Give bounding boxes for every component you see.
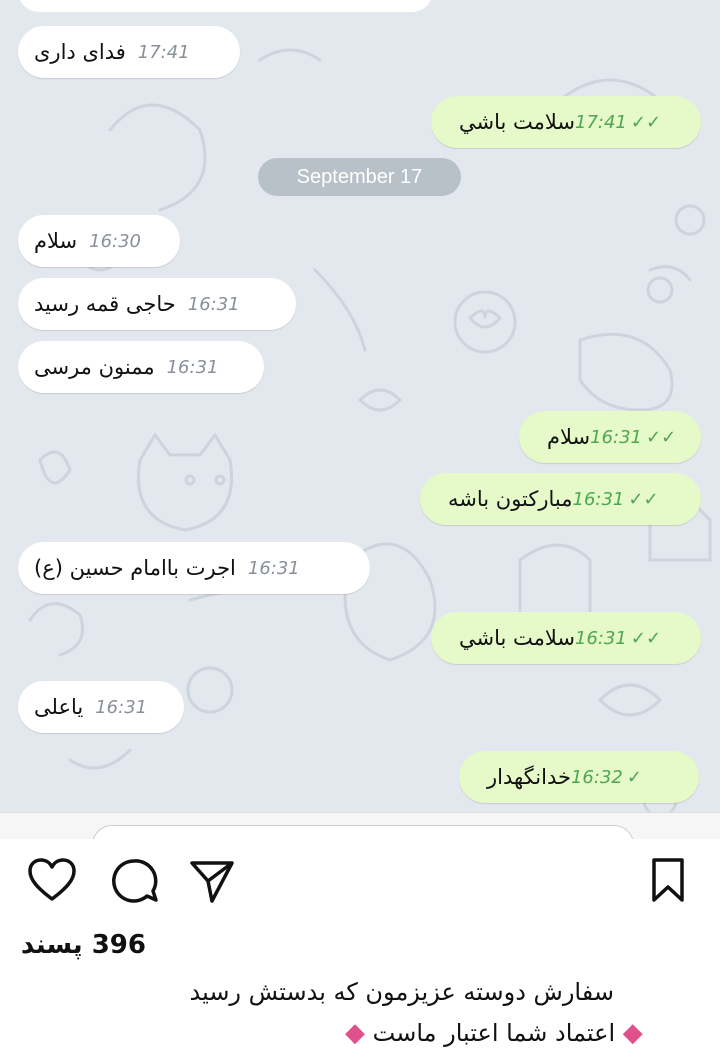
message-text: مبارکتون باشه	[448, 487, 573, 511]
double-check-icon: ✓✓	[646, 426, 677, 448]
message-text: اجرت باامام حسین (ع)	[34, 556, 236, 580]
message-bubble[interactable]: خدانگهدار 16:32 ✓	[459, 751, 699, 803]
message-time: 16:32	[570, 766, 623, 788]
message-text: خدانگهدار	[487, 765, 571, 789]
date-separator: September 17	[258, 158, 461, 196]
double-check-icon: ✓✓	[630, 627, 662, 649]
message-time: 16:31	[590, 426, 643, 448]
message-bubble[interactable]: سلام 16:30	[18, 215, 180, 267]
previous-message-bubble	[18, 0, 433, 12]
message-text: سلامت باشي	[459, 110, 576, 134]
message-text: ممنون مرسی	[34, 355, 155, 379]
message-bubble[interactable]: مبارکتون باشه 16:31 ✓✓	[420, 473, 701, 525]
message-time: 16:31	[247, 557, 300, 579]
message-text: فدای داری	[34, 40, 126, 64]
bookmark-icon[interactable]	[646, 855, 690, 907]
likes-count[interactable]: 396 پسند	[21, 930, 146, 960]
double-check-icon: ✓✓	[628, 488, 659, 510]
heart-icon[interactable]	[26, 855, 78, 907]
message-bubble[interactable]: ممنون مرسی 16:31	[18, 341, 264, 393]
message-text: سلامت باشي	[459, 626, 576, 650]
single-check-icon: ✓	[626, 766, 642, 788]
chat-screenshot: September 17 فدای داری 17:41 سلامت باشي …	[0, 0, 720, 812]
message-time: 17:41	[575, 111, 627, 133]
message-text: سلام	[34, 229, 78, 253]
post-actions-bar	[0, 855, 720, 915]
post-caption-line2: ◆ اعتماد شما اعتبار ماست ◆	[345, 1018, 643, 1048]
message-time: 16:31	[166, 356, 219, 378]
message-bubble[interactable]: فدای داری 17:41	[18, 26, 240, 78]
message-bubble[interactable]: سلامت باشي 16:31 ✓✓	[431, 612, 701, 664]
post-caption: سفارش دوسته عزیزمون که بدستش رسید	[189, 978, 614, 1006]
message-time: 16:31	[187, 293, 240, 315]
message-time: 17:41	[137, 41, 190, 63]
message-time: 16:31	[95, 696, 148, 718]
message-text: یاعلی	[34, 695, 84, 719]
message-bubble[interactable]: یاعلی 16:31	[18, 681, 184, 733]
comment-icon[interactable]	[108, 855, 160, 907]
message-time: 16:30	[89, 230, 142, 252]
share-icon[interactable]	[186, 855, 238, 907]
diamond-icon: ◆	[345, 1018, 365, 1048]
message-text: حاجی قمه رسید	[34, 292, 176, 316]
message-bubble[interactable]: حاجی قمه رسید 16:31	[18, 278, 296, 330]
chat-input-bar	[0, 812, 720, 839]
message-input[interactable]	[92, 825, 634, 839]
diamond-icon: ◆	[622, 1018, 643, 1048]
message-time: 16:31	[575, 627, 627, 649]
message-bubble[interactable]: سلامت باشي 17:41 ✓✓	[431, 96, 701, 148]
message-time: 16:31	[572, 488, 625, 510]
double-check-icon: ✓✓	[630, 111, 662, 133]
message-text: سلام	[547, 425, 591, 449]
caption-text: اعتماد شما اعتبار ماست	[372, 1019, 616, 1047]
message-bubble[interactable]: اجرت باامام حسین (ع) 16:31	[18, 542, 370, 594]
message-bubble[interactable]: سلام 16:31 ✓✓	[519, 411, 701, 463]
